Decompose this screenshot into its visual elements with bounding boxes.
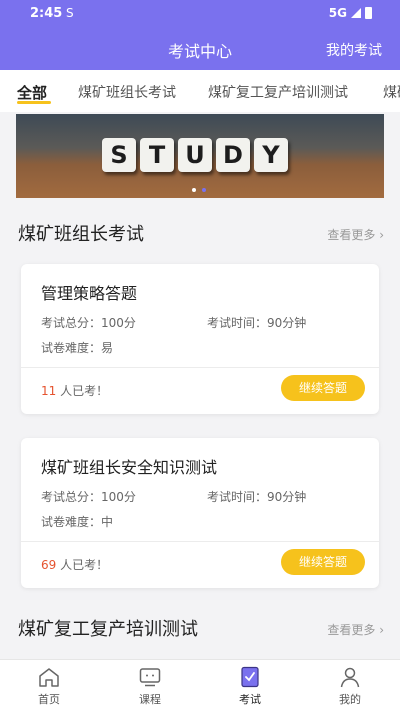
- exam-card[interactable]: 管理策略答题 考试总分：100分 考试时间：90分钟 试卷难度：易 11 人已考…: [21, 264, 379, 414]
- battery-icon: [365, 7, 372, 19]
- view-more-link[interactable]: 查看更多 ›: [327, 621, 384, 638]
- app-header: 考试中心 我的考试: [0, 28, 400, 70]
- category-tabs: 全部 煤矿班组长考试 煤矿复工复产培训测试 煤矿: [0, 70, 400, 112]
- tab-team-leader-exam[interactable]: 煤矿班组长考试: [78, 82, 176, 102]
- continue-answer-button[interactable]: 继续答题: [281, 375, 365, 401]
- study-blocks: S T U D Y: [102, 138, 288, 172]
- letter-block: T: [140, 138, 174, 172]
- course-icon: [139, 668, 161, 687]
- letter-block: D: [216, 138, 250, 172]
- taken-count: 69 人已考！: [41, 556, 108, 573]
- section-title: 煤矿班组长考试: [18, 224, 144, 245]
- exam-total-score: 考试总分：100分: [41, 490, 136, 504]
- taken-count: 11 人已考！: [41, 382, 108, 399]
- tabbar-course[interactable]: 课程: [120, 666, 180, 707]
- view-more-link[interactable]: 查看更多 ›: [327, 226, 384, 243]
- divider: [21, 541, 379, 542]
- exam-duration: 考试时间：90分钟: [207, 316, 307, 330]
- taken-count-number: 69: [41, 558, 57, 572]
- section-title: 煤矿复工复产培训测试: [18, 619, 198, 640]
- status-right: 5G: [329, 6, 372, 20]
- my-exams-link[interactable]: 我的考试: [326, 40, 382, 60]
- exam-duration: 考试时间：90分钟: [207, 490, 307, 504]
- letter-block: Y: [254, 138, 288, 172]
- exam-icon: [241, 666, 259, 688]
- exam-name: 管理策略答题: [41, 284, 138, 303]
- status-bar: 2:45 S 5G: [0, 0, 400, 28]
- profile-icon: [340, 667, 360, 688]
- continue-answer-button[interactable]: 继续答题: [281, 549, 365, 575]
- taken-count-number: 11: [41, 384, 57, 398]
- tabbar-label: 课程: [139, 693, 161, 706]
- carousel-dot-active[interactable]: [202, 188, 206, 192]
- app-notification-icon: S: [66, 6, 74, 20]
- tab-coal-mine[interactable]: 煤矿: [383, 82, 400, 102]
- letter-block: U: [178, 138, 212, 172]
- tabbar-label: 考试: [239, 693, 261, 706]
- tabbar-label: 首页: [38, 693, 60, 706]
- exam-total-score: 考试总分：100分: [41, 316, 136, 330]
- taken-count-suffix: 人已考！: [56, 384, 109, 398]
- exam-name: 煤矿班组长安全知识测试: [41, 458, 218, 477]
- tabbar-profile[interactable]: 我的: [320, 666, 380, 707]
- tab-resumption-training[interactable]: 煤矿复工复产培训测试: [208, 82, 348, 102]
- tab-all[interactable]: 全部: [17, 82, 47, 103]
- exam-difficulty: 试卷难度：中: [41, 515, 114, 529]
- bottom-tabbar: 首页 课程 考试 我的: [0, 659, 400, 711]
- exam-difficulty: 试卷难度：易: [41, 341, 114, 355]
- banner-image[interactable]: S T U D Y: [16, 114, 384, 198]
- taken-count-suffix: 人已考！: [56, 558, 109, 572]
- signal-icon: [351, 8, 361, 18]
- tabbar-home[interactable]: 首页: [19, 666, 79, 707]
- tabbar-exam[interactable]: 考试: [220, 666, 280, 707]
- tabbar-label: 我的: [339, 693, 361, 706]
- status-time: 2:45: [30, 6, 63, 21]
- tab-active-indicator: [17, 101, 51, 104]
- exam-card[interactable]: 煤矿班组长安全知识测试 考试总分：100分 考试时间：90分钟 试卷难度：中 6…: [21, 438, 379, 588]
- home-icon: [39, 668, 59, 687]
- network-label: 5G: [328, 6, 347, 20]
- carousel-dot[interactable]: [192, 188, 196, 192]
- divider: [21, 367, 379, 368]
- letter-block: S: [102, 138, 136, 172]
